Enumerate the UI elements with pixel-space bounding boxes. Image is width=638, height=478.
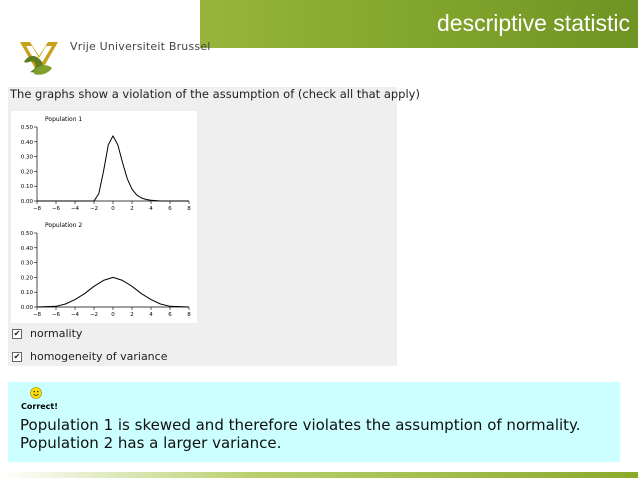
y-tick-label: 0.30 [21,155,34,161]
x-tick-label: −2 [90,206,98,212]
density-curve [37,135,189,202]
option-homogeneity[interactable]: ✔ homogeneity of variance [12,350,167,363]
y-tick-label: 0.00 [21,199,34,205]
y-tick-label: 0.00 [21,305,34,311]
x-tick-label: 4 [149,312,153,318]
x-tick-label: −8 [33,206,42,212]
density-curve [36,276,190,308]
y-tick-label: 0.30 [21,261,34,267]
correct-label: Correct! [21,402,58,411]
x-tick-label: 2 [130,206,134,212]
x-tick-label: −8 [33,312,42,318]
plot-title: Population 2 [45,222,82,229]
quiz-panel: The graphs show a violation of the assum… [8,87,420,366]
smiley-icon [30,387,42,399]
slide-title: descriptive statistic [436,10,630,36]
footer-bar [0,472,638,478]
homogeneity-checkbox[interactable]: ✔ [12,351,22,362]
y-tick-label: 0.50 [21,231,34,237]
x-tick-label: 0 [111,206,115,212]
option-label: homogeneity of variance [30,350,168,363]
x-tick-label: 2 [130,312,134,318]
option-normality[interactable]: ✔ normality [12,327,82,340]
distribution-plots: Population 1 0.00 0.10 0.20 0.30 0.40 0.50 −8 −6… [21,116,192,318]
x-tick-label: −4 [71,206,80,212]
feedback-line-2: Population 2 has a larger variance. [20,434,282,452]
y-tick-label: 0.10 [21,184,34,190]
x-tick-label: 0 [111,312,115,318]
feedback-line-1: Population 1 is skewed and therefore vio… [20,416,581,434]
x-tick-label: −2 [90,312,98,318]
x-tick-label: −6 [52,312,61,318]
y-tick-label: 0.20 [21,275,34,281]
y-tick-label: 0.10 [21,290,34,296]
x-tick-label: −4 [71,312,80,318]
y-tick-label: 0.40 [21,140,34,146]
option-label: normality [30,327,83,340]
question-text: The graphs show a violation of the assum… [10,87,420,101]
x-tick-label: 6 [168,206,172,212]
x-tick-label: 6 [168,312,172,318]
x-tick-label: 8 [187,206,191,212]
x-tick-label: 4 [149,206,153,212]
plots-image: Population 1 0.00 0.10 0.20 0.30 0.40 0.50 −8 −6… [11,111,197,323]
normality-checkbox[interactable]: ✔ [12,328,22,339]
plot-title: Population 1 [45,116,82,123]
x-tick-label: 8 [187,312,191,318]
header-bar: descriptive statistic [200,0,638,48]
x-tick-label: −6 [52,206,61,212]
feedback-box: Correct! Population 1 is skewed and ther… [8,382,620,462]
university-name: Vrije Universiteit Brussel [70,40,211,53]
university-logo-icon [18,40,60,78]
y-tick-label: 0.50 [21,125,34,131]
y-tick-label: 0.20 [21,169,34,175]
y-tick-label: 0.40 [21,246,34,252]
